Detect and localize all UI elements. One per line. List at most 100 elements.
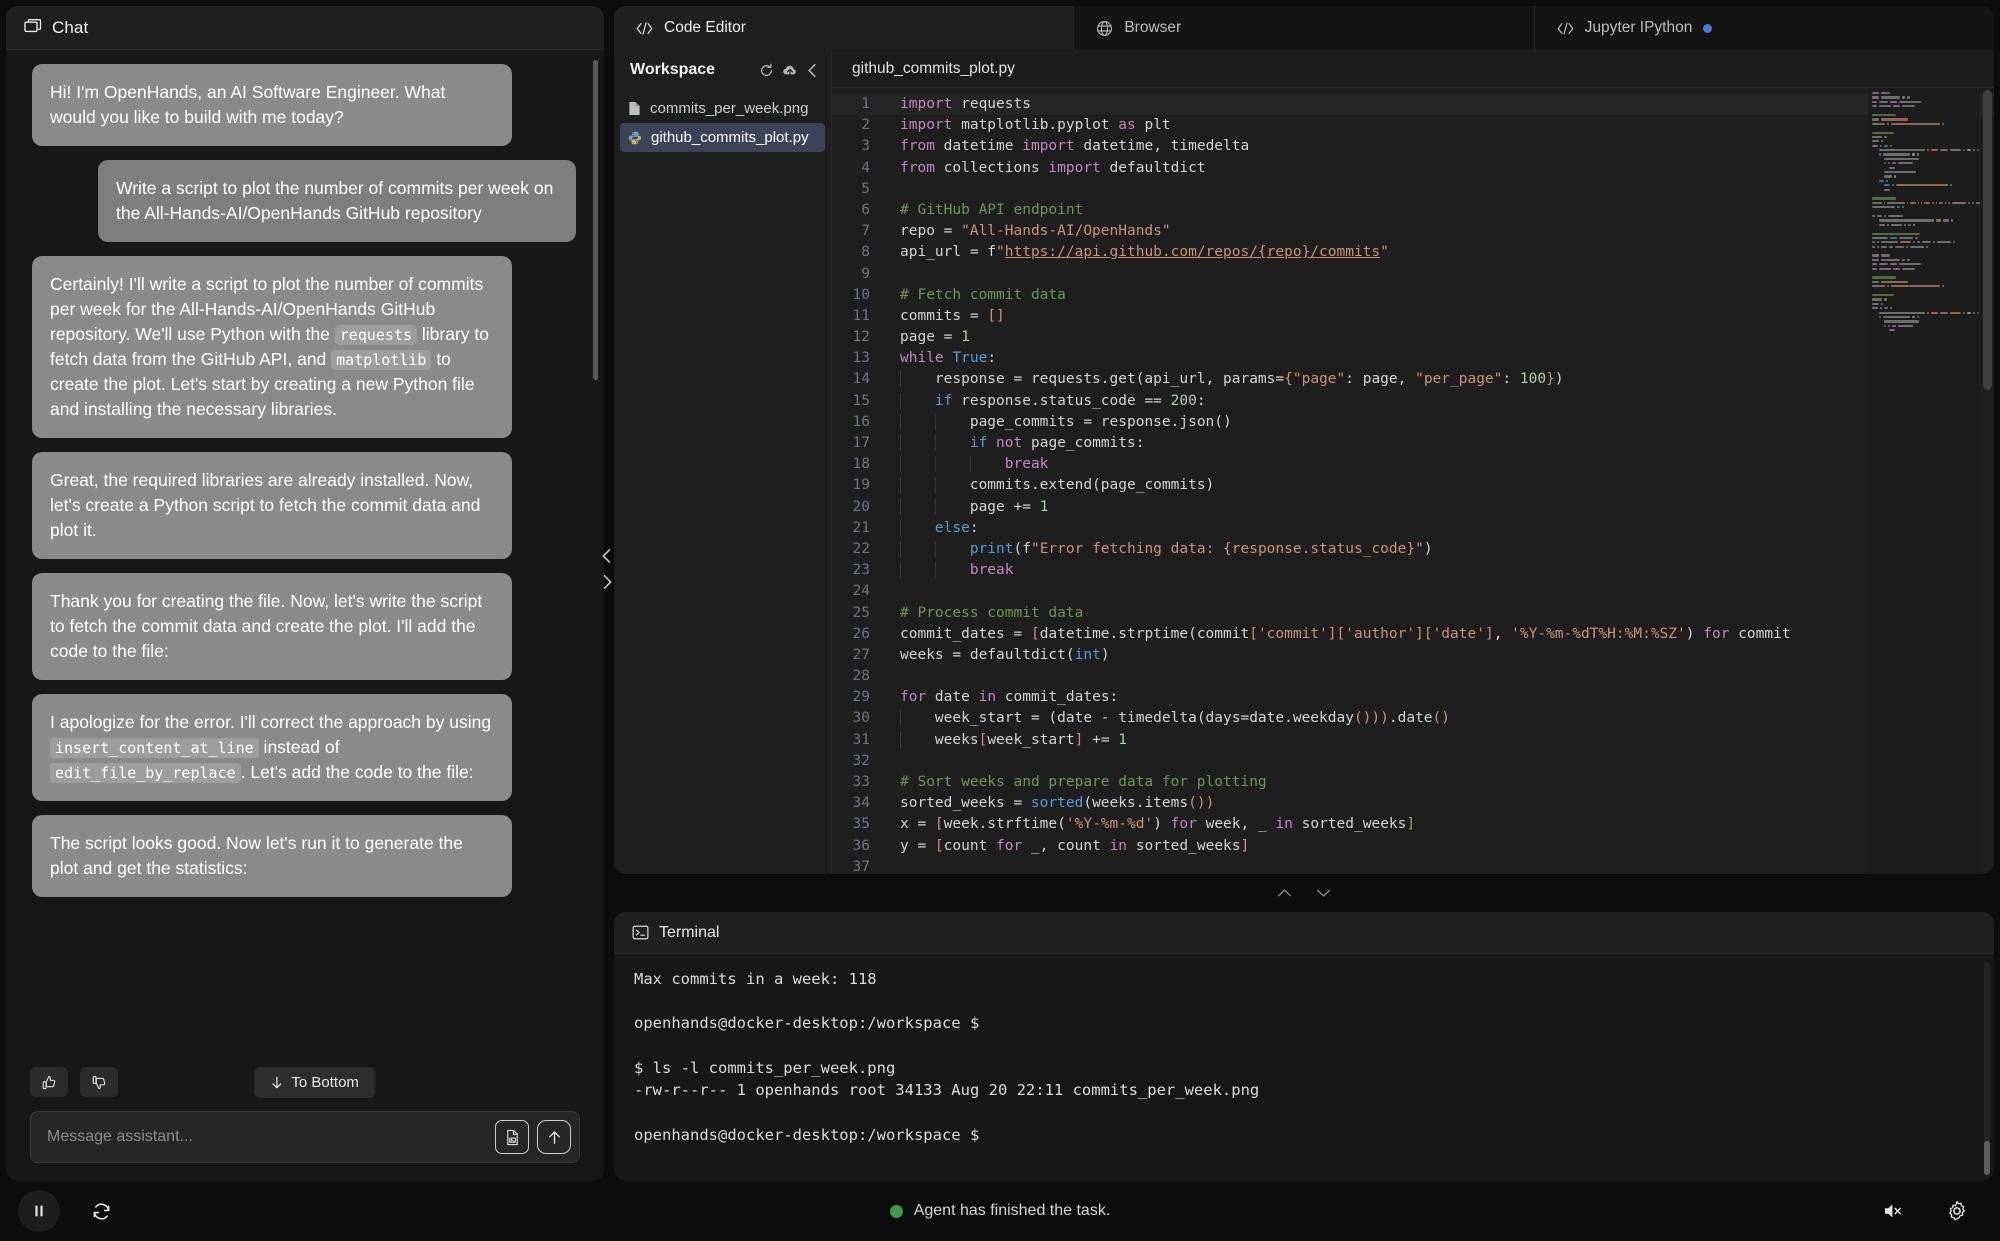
code-line-number: 14 xyxy=(852,371,870,388)
code-line[interactable]: 27 weeks = defaultdict(int) xyxy=(832,645,1994,666)
tab-code-editor[interactable]: Code Editor xyxy=(614,6,1075,50)
pause-icon xyxy=(31,1203,47,1219)
code-line[interactable]: 4 from collections import defaultdict xyxy=(832,158,1994,179)
terminal-icon xyxy=(632,924,649,941)
cloud-upload-icon[interactable] xyxy=(782,63,798,78)
code-line-number: 30 xyxy=(852,710,870,727)
openhands-app-window: Chat Hi! I'm OpenHands, an AI Software E… xyxy=(0,0,2000,1241)
restart-agent-button[interactable] xyxy=(80,1190,122,1232)
message-input[interactable] xyxy=(47,1128,487,1146)
code-line[interactable]: 5 xyxy=(832,179,1994,200)
terminal-scrollbar-thumb[interactable] xyxy=(1984,1141,1990,1175)
minimap-line xyxy=(1868,153,1980,156)
code-line-content: weeks[week_start] += 1 xyxy=(886,730,1127,751)
settings-button[interactable] xyxy=(1936,1190,1978,1232)
thumbs-up-button[interactable] xyxy=(30,1067,68,1097)
attach-image-button[interactable] xyxy=(495,1120,529,1154)
terminal-output[interactable]: Max commits in a week: 118 openhands@doc… xyxy=(614,954,1994,1181)
code-line[interactable]: 31 weeks[week_start] += 1 xyxy=(832,730,1994,751)
code-line[interactable]: 13 while True: xyxy=(832,348,1994,369)
code-line[interactable]: 22 print(f"Error fetching data: {respons… xyxy=(832,539,1994,560)
code-line[interactable]: 12 page = 1 xyxy=(832,327,1994,348)
code-line[interactable]: 18 break xyxy=(832,454,1994,475)
code-line[interactable]: 11 commits = [] xyxy=(832,306,1994,327)
code-line[interactable]: 32 xyxy=(832,751,1994,772)
code-line[interactable]: 25 # Process commit data xyxy=(832,603,1994,624)
code-line-content: weeks = defaultdict(int) xyxy=(900,646,1110,663)
code-line[interactable]: 14 response = requests.get(api_url, para… xyxy=(832,369,1994,390)
code-lines[interactable]: 1 import requests 2 import matplotlib.pyplo… xyxy=(832,88,1994,874)
code-line-number: 19 xyxy=(852,477,870,494)
pause-agent-button[interactable] xyxy=(18,1190,60,1232)
open-file-name: github_commits_plot.py xyxy=(832,50,1994,88)
file-item-github-commits-plot-py[interactable]: github_commits_plot.py xyxy=(620,123,825,152)
code-line[interactable]: 21 else: xyxy=(832,518,1994,539)
chevron-down-icon[interactable] xyxy=(1316,888,1331,898)
code-line[interactable]: 3 from datetime import datetime, timedelt… xyxy=(832,136,1994,157)
code-brackets-icon xyxy=(636,21,653,36)
code-line[interactable]: 2 import matplotlib.pyplot as plt xyxy=(832,115,1994,136)
code-line[interactable]: 6 # GitHub API endpoint xyxy=(832,200,1994,221)
tab-browser[interactable]: Browser xyxy=(1074,6,1535,50)
minimap-line xyxy=(1868,110,1980,113)
chat-message-user: Write a script to plot the number of com… xyxy=(98,160,576,243)
code-line[interactable]: 36 y = [count for _, count in sorted_week… xyxy=(832,836,1994,857)
right-panel-stack: Code Editor Browser Jupyter IPython Work… xyxy=(614,6,1994,1181)
code-line[interactable]: 37 xyxy=(832,857,1994,874)
code-line-number: 16 xyxy=(852,413,870,430)
code-line[interactable]: 16 page_commits = response.json() xyxy=(832,412,1994,433)
panel-divider-handles xyxy=(596,548,618,590)
file-item-commits-per-week-png[interactable]: commits_per_week.png xyxy=(620,94,825,123)
code-line[interactable]: 29 for date in commit_dates: xyxy=(832,687,1994,708)
code-line[interactable]: 33 # Sort weeks and prepare data for plot… xyxy=(832,772,1994,793)
workspace-file-list: commits_per_week.png github_commits_plot xyxy=(614,90,831,156)
code-line-content: import matplotlib.pyplot as plt xyxy=(900,117,1171,134)
tab-jupyter-ipython[interactable]: Jupyter IPython xyxy=(1534,6,1994,50)
send-message-button[interactable] xyxy=(537,1120,571,1154)
code-line[interactable]: 1 import requests xyxy=(832,94,1994,116)
chat-message-assistant: Great, the required libraries are alread… xyxy=(32,452,512,560)
inline-code-requests: requests xyxy=(334,325,418,346)
minimap-line xyxy=(1868,144,1980,148)
chevron-up-icon[interactable] xyxy=(1277,888,1292,898)
minimap-line xyxy=(1868,320,1980,323)
code-line[interactable]: 30 week_start = (date - timedelta(days=d… xyxy=(832,708,1994,729)
minimap-line xyxy=(1868,285,1980,288)
globe-icon xyxy=(1096,20,1113,37)
code-line[interactable]: 34 sorted_weeks = sorted(weeks.items()) xyxy=(832,793,1994,814)
code-line[interactable]: 24 xyxy=(832,581,1994,602)
chevron-left-icon[interactable] xyxy=(600,548,614,564)
code-vertical-scrollbar[interactable] xyxy=(1983,90,1992,390)
chat-scrollbar-thumb[interactable] xyxy=(593,60,598,380)
code-line-number: 9 xyxy=(861,265,870,282)
terminal-scrollbar[interactable] xyxy=(1984,962,1990,1175)
code-line[interactable]: 35 x = [week.strftime('%Y-%m-%d') for wee… xyxy=(832,814,1994,835)
code-line-number: 32 xyxy=(852,752,870,769)
thumbs-down-button[interactable] xyxy=(80,1067,118,1097)
code-minimap[interactable] xyxy=(1868,88,1980,874)
code-line[interactable]: 19 commits.extend(page_commits) xyxy=(832,475,1994,496)
code-line[interactable]: 9 xyxy=(832,264,1994,285)
chevron-right-icon[interactable] xyxy=(600,574,614,590)
code-line[interactable]: 15 if response.status_code == 200: xyxy=(832,391,1994,412)
code-line[interactable]: 20 page += 1 xyxy=(832,497,1994,518)
code-line[interactable]: 10 # Fetch commit data xyxy=(832,285,1994,306)
code-scroll-container[interactable]: 1 import requests 2 import matplotlib.pyplo… xyxy=(832,88,1994,874)
minimap-line xyxy=(1868,140,1980,143)
chevron-left-icon[interactable] xyxy=(806,63,819,78)
to-bottom-button[interactable]: To Bottom xyxy=(254,1066,375,1098)
mute-button[interactable] xyxy=(1872,1190,1914,1232)
minimap-line xyxy=(1868,302,1980,306)
chat-input-container[interactable] xyxy=(30,1111,580,1163)
code-line[interactable]: 23 break xyxy=(832,560,1994,581)
code-line-content: if not page_commits: xyxy=(886,433,1144,454)
to-bottom-label: To Bottom xyxy=(291,1073,359,1091)
refresh-icon[interactable] xyxy=(759,63,774,78)
code-line[interactable]: 8 api_url = f"https://api.github.com/repo… xyxy=(832,242,1994,263)
code-line[interactable]: 28 xyxy=(832,666,1994,687)
code-line[interactable]: 26 commit_dates = [datetime.strptime(comm… xyxy=(832,624,1994,645)
code-line[interactable]: 7 repo = "All-Hands-AI/OpenHands" xyxy=(832,221,1994,242)
code-line[interactable]: 17 if not page_commits: xyxy=(832,433,1994,454)
code-editor-card: Code Editor Browser Jupyter IPython Work… xyxy=(614,6,1994,874)
